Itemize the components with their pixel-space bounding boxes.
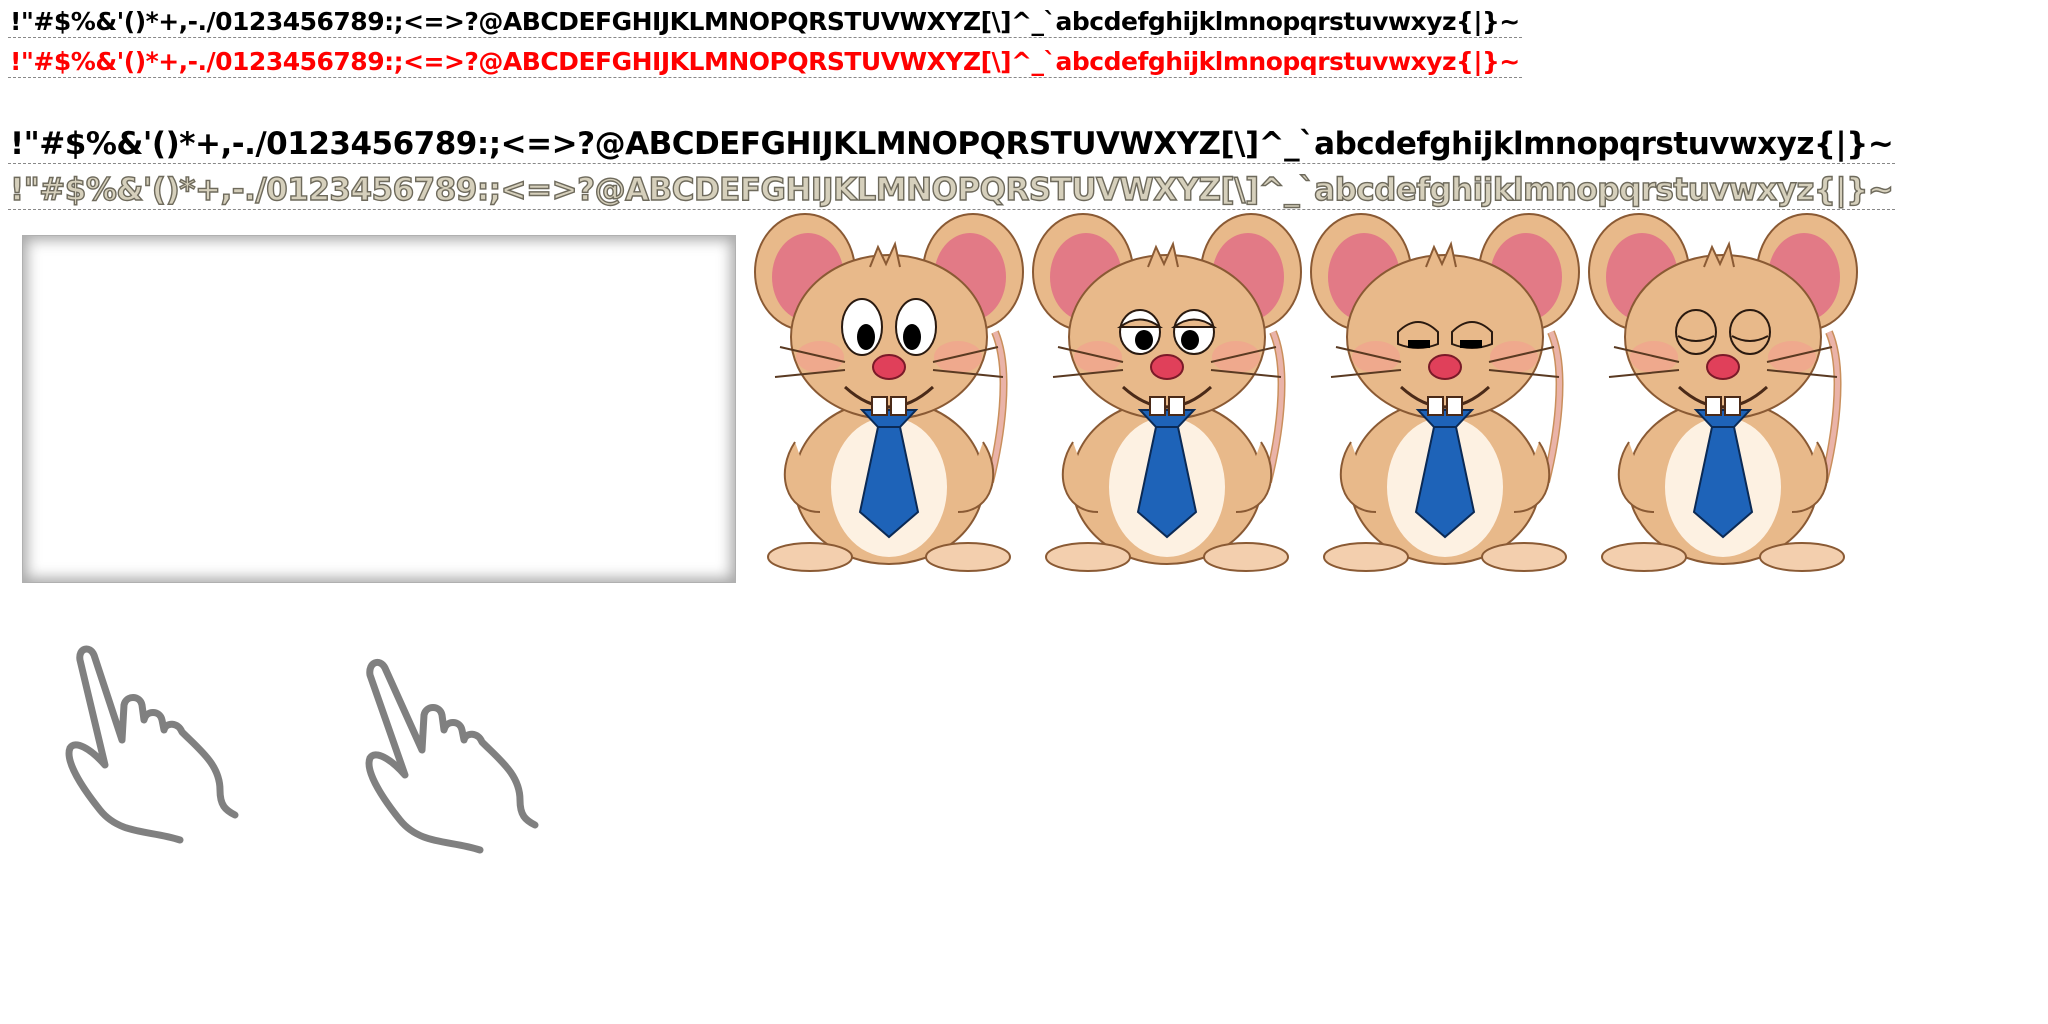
glyph-row-text: !"#$%&'()*+,-./0123456789:;<=>?@ABCDEFGH… <box>8 126 1896 164</box>
glyph-row-small-black: !"#$%&'()*+,-./0123456789:;<=>?@ABCDEFGH… <box>8 9 1522 38</box>
mouse-eyes-closed-icon <box>1584 212 1862 574</box>
glyph-row-text: !"#$%&'()*+,-./0123456789:;<=>?@ABCDEFGH… <box>8 47 1522 78</box>
glyph-row-large-metal: !"#$%&'()*+,-./0123456789:;<=>?@ABCDEFGH… <box>8 172 1896 210</box>
blank-panel <box>22 235 736 583</box>
pointing-hand-icon <box>60 640 260 860</box>
mouse-eyes-half-icon <box>1028 212 1306 574</box>
glyph-row-text: !"#$%&'()*+,-./0123456789:;<=>?@ABCDEFGH… <box>8 172 1896 210</box>
pointing-hand-icon <box>355 650 555 870</box>
glyph-row-text: !"#$%&'()*+,-./0123456789:;<=>?@ABCDEFGH… <box>8 7 1522 38</box>
mouse-eyes-squint-icon <box>1306 212 1584 574</box>
glyph-row-small-red: !"#$%&'()*+,-./0123456789:;<=>?@ABCDEFGH… <box>8 49 1522 78</box>
glyph-row-large-black: !"#$%&'()*+,-./0123456789:;<=>?@ABCDEFGH… <box>8 126 1896 164</box>
mouse-eyes-open-icon <box>750 212 1028 574</box>
